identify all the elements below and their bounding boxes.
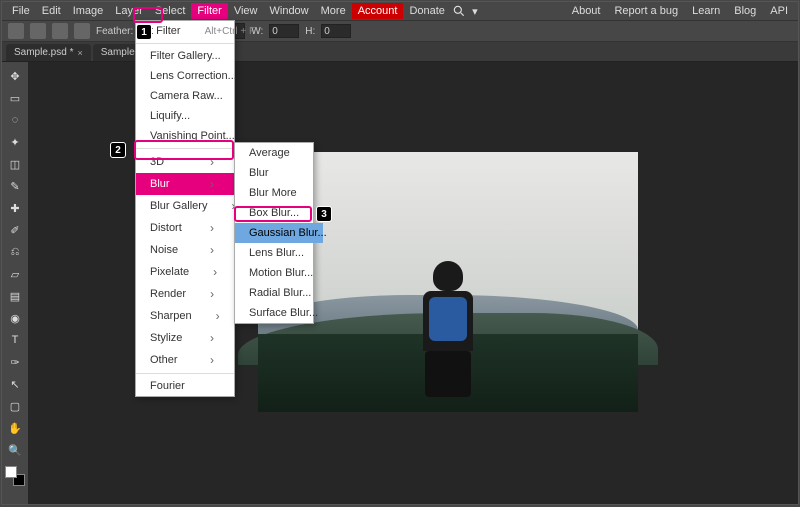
menu-view[interactable]: View: [228, 3, 264, 19]
zoom-tool-icon[interactable]: 🔍: [5, 440, 25, 460]
menu-item-shortcut: Alt+Ctrl + F: [205, 26, 256, 37]
brush-tool-icon[interactable]: ✐: [5, 220, 25, 240]
menu-item-lens-correction[interactable]: Lens Correction...: [136, 66, 234, 86]
toolbar: ✥ ▭ ◌ ✦ ◫ ✎ ✚ ✐ ⎌ ▱ ▤ ◉ T ✑ ↖ ▢ ✋ 🔍: [2, 62, 28, 504]
selection-add-icon[interactable]: [30, 23, 46, 39]
menu-item-pixelate[interactable]: Pixelate: [136, 261, 234, 283]
lasso-tool-icon[interactable]: ◌: [5, 110, 25, 130]
w-input[interactable]: [269, 24, 299, 38]
link-learn[interactable]: Learn: [686, 3, 726, 19]
link-blog[interactable]: Blog: [728, 3, 762, 19]
crop-tool-icon[interactable]: ◫: [5, 154, 25, 174]
menu-item-average[interactable]: Average: [235, 143, 323, 163]
tab-sample1[interactable]: Sample.psd * ×: [6, 44, 91, 61]
menu-item-distort[interactable]: Distort: [136, 217, 234, 239]
menu-item-render[interactable]: Render: [136, 283, 234, 305]
menu-item-surface-blur[interactable]: Surface Blur...: [235, 303, 323, 323]
color-swatches[interactable]: [5, 466, 25, 486]
h-label: H:: [305, 26, 315, 37]
menu-item-blur-more[interactable]: Blur More: [235, 183, 323, 203]
menu-item-motion-blur[interactable]: Motion Blur...: [235, 263, 323, 283]
selection-intersect-icon[interactable]: [74, 23, 90, 39]
path-tool-icon[interactable]: ↖: [5, 374, 25, 394]
menu-item-sharpen[interactable]: Sharpen: [136, 305, 234, 327]
chevron-down-icon[interactable]: ▾: [467, 3, 483, 19]
blur-submenu: Average Blur Blur More Box Blur... Gauss…: [234, 142, 314, 324]
menubar: File Edit Image Layer Select Filter View…: [2, 2, 798, 20]
eraser-tool-icon[interactable]: ▱: [5, 264, 25, 284]
callout-number: 3: [316, 206, 332, 222]
link-report[interactable]: Report a bug: [608, 3, 684, 19]
move-tool-icon[interactable]: ✥: [5, 66, 25, 86]
callout-number: 2: [110, 142, 126, 158]
menu-item-gaussian-blur[interactable]: Gaussian Blur...: [235, 223, 323, 243]
heal-tool-icon[interactable]: ✚: [5, 198, 25, 218]
menu-edit[interactable]: Edit: [36, 3, 67, 19]
menu-item-camera-raw[interactable]: Camera Raw...: [136, 86, 234, 106]
pen-tool-icon[interactable]: ✑: [5, 352, 25, 372]
marquee-tool-icon[interactable]: ▭: [5, 88, 25, 108]
wand-tool-icon[interactable]: ✦: [5, 132, 25, 152]
menu-window[interactable]: Window: [264, 3, 315, 19]
document-tabs: Sample.psd *× Sample.psd×: [2, 42, 798, 62]
menu-item-liquify[interactable]: Liquify...: [136, 106, 234, 126]
menu-item-blur[interactable]: Blur: [235, 163, 323, 183]
menu-item-blur[interactable]: Blur: [136, 173, 234, 195]
options-bar: Feather: W: H:: [2, 20, 798, 42]
menu-item-other[interactable]: Other: [136, 349, 234, 371]
callout-2: 2: [110, 142, 126, 158]
menu-file[interactable]: File: [6, 3, 36, 19]
menu-image[interactable]: Image: [67, 3, 110, 19]
h-input[interactable]: [321, 24, 351, 38]
type-tool-icon[interactable]: T: [5, 330, 25, 350]
gradient-tool-icon[interactable]: ▤: [5, 286, 25, 306]
blur-tool-icon[interactable]: ◉: [5, 308, 25, 328]
stamp-tool-icon[interactable]: ⎌: [5, 242, 25, 262]
menu-item-noise[interactable]: Noise: [136, 239, 234, 261]
selection-mode-icon[interactable]: [8, 23, 24, 39]
menu-item-fourier[interactable]: Fourier: [136, 376, 234, 396]
hand-tool-icon[interactable]: ✋: [5, 418, 25, 438]
menu-item-lens-blur[interactable]: Lens Blur...: [235, 243, 323, 263]
tab-label: Sample.psd *: [14, 47, 73, 58]
menu-item-filter-gallery[interactable]: Filter Gallery...: [136, 46, 234, 66]
filter-menu: t Filter Alt+Ctrl + F Filter Gallery... …: [135, 20, 235, 397]
menu-item-stylize[interactable]: Stylize: [136, 327, 234, 349]
link-about[interactable]: About: [566, 3, 607, 19]
menu-item-blur-gallery[interactable]: Blur Gallery: [136, 195, 234, 217]
callout-number: 1: [136, 24, 152, 40]
shape-tool-icon[interactable]: ▢: [5, 396, 25, 416]
link-api[interactable]: API: [764, 3, 794, 19]
menu-item-label: t Filter: [150, 25, 181, 37]
search-icon[interactable]: [451, 3, 467, 19]
feather-label: Feather:: [96, 26, 133, 37]
menu-item-radial-blur[interactable]: Radial Blur...: [235, 283, 323, 303]
menu-more[interactable]: More: [315, 3, 352, 19]
menu-donate[interactable]: Donate: [403, 3, 450, 19]
eyedropper-tool-icon[interactable]: ✎: [5, 176, 25, 196]
menu-account[interactable]: Account: [352, 3, 404, 19]
selection-sub-icon[interactable]: [52, 23, 68, 39]
close-icon[interactable]: ×: [77, 48, 82, 58]
menu-filter[interactable]: Filter: [191, 3, 227, 19]
